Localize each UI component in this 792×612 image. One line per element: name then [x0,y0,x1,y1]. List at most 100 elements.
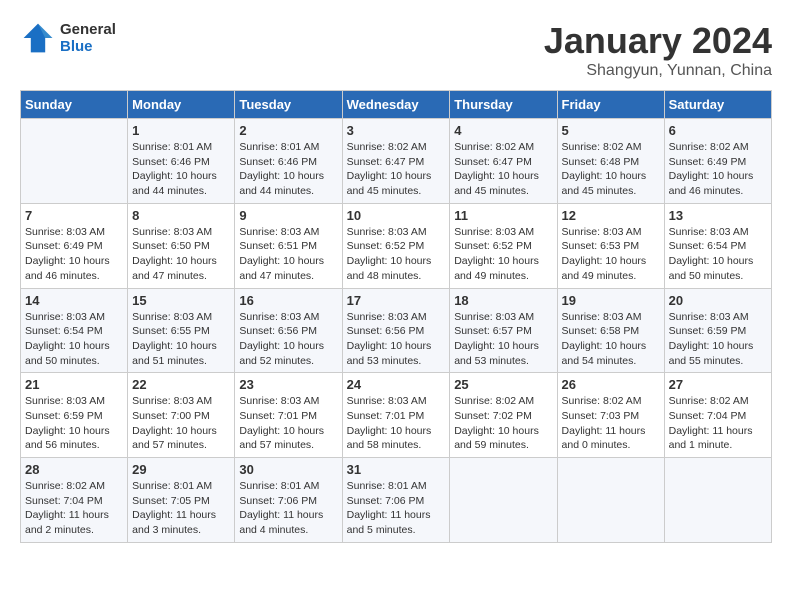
day-number: 5 [562,123,660,138]
week-row-4: 21 Sunrise: 8:03 AM Sunset: 6:59 PM Dayli… [21,373,772,458]
day-number: 28 [25,462,123,477]
week-row-5: 28Sunrise: 8:02 AM Sunset: 7:04 PM Dayli… [21,458,772,543]
calendar-table: SundayMondayTuesdayWednesdayThursdayFrid… [20,90,772,543]
day-info: Sunrise: 8:03 AM Sunset: 6:54 PM Dayligh… [25,310,123,369]
day-number: 7 [25,208,123,223]
weekday-header-friday: Friday [557,91,664,119]
calendar-cell: 24 Sunrise: 8:03 AM Sunset: 7:01 PM Dayli… [342,373,450,458]
weekday-header-saturday: Saturday [664,91,771,119]
calendar-title: January 2024 [544,20,772,62]
day-info: Sunrise: 8:03 AM Sunset: 6:49 PM Dayligh… [25,225,123,284]
day-number: 2 [239,123,337,138]
day-info: Sunrise: 8:03 AM Sunset: 6:57 PM Dayligh… [454,310,552,369]
day-info: Sunrise: 8:03 AM Sunset: 6:53 PM Dayligh… [562,225,660,284]
calendar-cell: 5Sunrise: 8:02 AM Sunset: 6:48 PM Daylig… [557,119,664,204]
day-info: Sunrise: 8:03 AM Sunset: 6:59 PM Dayligh… [25,394,123,453]
calendar-cell: 22 Sunrise: 8:03 AM Sunset: 7:00 PM Dayli… [128,373,235,458]
weekday-header-sunday: Sunday [21,91,128,119]
day-info: Sunrise: 8:03 AM Sunset: 6:51 PM Dayligh… [239,225,337,284]
day-info: Sunrise: 8:02 AM Sunset: 6:47 PM Dayligh… [454,140,552,199]
logo: General Blue [20,20,116,56]
day-info: Sunrise: 8:02 AM Sunset: 7:04 PM Dayligh… [669,394,767,453]
calendar-cell: 9 Sunrise: 8:03 AM Sunset: 6:51 PM Daylig… [235,203,342,288]
calendar-cell: 10 Sunrise: 8:03 AM Sunset: 6:52 PM Dayli… [342,203,450,288]
day-number: 14 [25,293,123,308]
calendar-cell: 26Sunrise: 8:02 AM Sunset: 7:03 PM Dayli… [557,373,664,458]
logo-text: General Blue [60,21,116,55]
calendar-cell: 18 Sunrise: 8:03 AM Sunset: 6:57 PM Dayli… [450,288,557,373]
day-number: 22 [132,377,230,392]
day-number: 1 [132,123,230,138]
calendar-cell: 23Sunrise: 8:03 AM Sunset: 7:01 PM Dayli… [235,373,342,458]
day-number: 19 [562,293,660,308]
day-number: 10 [347,208,446,223]
weekday-header-monday: Monday [128,91,235,119]
day-info: Sunrise: 8:03 AM Sunset: 6:52 PM Dayligh… [347,225,446,284]
week-row-1: 1Sunrise: 8:01 AM Sunset: 6:46 PM Daylig… [21,119,772,204]
calendar-cell [21,119,128,204]
day-number: 21 [25,377,123,392]
day-info: Sunrise: 8:03 AM Sunset: 6:54 PM Dayligh… [669,225,767,284]
calendar-cell: 3 Sunrise: 8:02 AM Sunset: 6:47 PM Daylig… [342,119,450,204]
day-info: Sunrise: 8:03 AM Sunset: 6:55 PM Dayligh… [132,310,230,369]
day-info: Sunrise: 8:02 AM Sunset: 6:49 PM Dayligh… [669,140,767,199]
day-number: 30 [239,462,337,477]
calendar-cell [557,458,664,543]
calendar-cell [664,458,771,543]
day-info: Sunrise: 8:03 AM Sunset: 6:50 PM Dayligh… [132,225,230,284]
day-number: 29 [132,462,230,477]
day-number: 11 [454,208,552,223]
calendar-cell: 27 Sunrise: 8:02 AM Sunset: 7:04 PM Dayli… [664,373,771,458]
weekday-header-wednesday: Wednesday [342,91,450,119]
calendar-subtitle: Shangyun, Yunnan, China [544,62,772,80]
calendar-cell: 12Sunrise: 8:03 AM Sunset: 6:53 PM Dayli… [557,203,664,288]
calendar-cell: 2Sunrise: 8:01 AM Sunset: 6:46 PM Daylig… [235,119,342,204]
day-info: Sunrise: 8:02 AM Sunset: 6:47 PM Dayligh… [347,140,446,199]
calendar-cell: 31Sunrise: 8:01 AM Sunset: 7:06 PM Dayli… [342,458,450,543]
day-info: Sunrise: 8:03 AM Sunset: 7:01 PM Dayligh… [239,394,337,453]
day-info: Sunrise: 8:03 AM Sunset: 6:59 PM Dayligh… [669,310,767,369]
week-row-2: 7 Sunrise: 8:03 AM Sunset: 6:49 PM Daylig… [21,203,772,288]
calendar-cell: 15 Sunrise: 8:03 AM Sunset: 6:55 PM Dayli… [128,288,235,373]
day-number: 4 [454,123,552,138]
calendar-cell: 6Sunrise: 8:02 AM Sunset: 6:49 PM Daylig… [664,119,771,204]
calendar-cell: 30 Sunrise: 8:01 AM Sunset: 7:06 PM Dayli… [235,458,342,543]
weekday-header-row: SundayMondayTuesdayWednesdayThursdayFrid… [21,91,772,119]
day-number: 9 [239,208,337,223]
day-info: Sunrise: 8:03 AM Sunset: 7:00 PM Dayligh… [132,394,230,453]
day-info: Sunrise: 8:02 AM Sunset: 7:02 PM Dayligh… [454,394,552,453]
day-info: Sunrise: 8:03 AM Sunset: 6:52 PM Dayligh… [454,225,552,284]
day-number: 13 [669,208,767,223]
day-number: 18 [454,293,552,308]
calendar-cell: 11 Sunrise: 8:03 AM Sunset: 6:52 PM Dayli… [450,203,557,288]
day-number: 27 [669,377,767,392]
day-number: 31 [347,462,446,477]
calendar-cell: 7 Sunrise: 8:03 AM Sunset: 6:49 PM Daylig… [21,203,128,288]
calendar-cell: 1Sunrise: 8:01 AM Sunset: 6:46 PM Daylig… [128,119,235,204]
day-number: 8 [132,208,230,223]
weekday-header-tuesday: Tuesday [235,91,342,119]
day-info: Sunrise: 8:03 AM Sunset: 6:56 PM Dayligh… [347,310,446,369]
calendar-cell: 29 Sunrise: 8:01 AM Sunset: 7:05 PM Dayli… [128,458,235,543]
day-info: Sunrise: 8:02 AM Sunset: 7:03 PM Dayligh… [562,394,660,453]
page-header: General Blue January 2024 Shangyun, Yunn… [20,20,772,80]
calendar-cell: 16Sunrise: 8:03 AM Sunset: 6:56 PM Dayli… [235,288,342,373]
day-number: 24 [347,377,446,392]
calendar-cell: 14 Sunrise: 8:03 AM Sunset: 6:54 PM Dayli… [21,288,128,373]
calendar-cell: 13 Sunrise: 8:03 AM Sunset: 6:54 PM Dayli… [664,203,771,288]
day-info: Sunrise: 8:01 AM Sunset: 7:05 PM Dayligh… [132,479,230,538]
weekday-header-thursday: Thursday [450,91,557,119]
week-row-3: 14 Sunrise: 8:03 AM Sunset: 6:54 PM Dayli… [21,288,772,373]
day-info: Sunrise: 8:01 AM Sunset: 7:06 PM Dayligh… [239,479,337,538]
day-info: Sunrise: 8:03 AM Sunset: 7:01 PM Dayligh… [347,394,446,453]
title-block: January 2024 Shangyun, Yunnan, China [544,20,772,80]
day-info: Sunrise: 8:03 AM Sunset: 6:56 PM Dayligh… [239,310,337,369]
calendar-cell: 21 Sunrise: 8:03 AM Sunset: 6:59 PM Dayli… [21,373,128,458]
day-info: Sunrise: 8:03 AM Sunset: 6:58 PM Dayligh… [562,310,660,369]
day-number: 3 [347,123,446,138]
day-number: 15 [132,293,230,308]
logo-icon [20,20,56,56]
calendar-cell: 8 Sunrise: 8:03 AM Sunset: 6:50 PM Daylig… [128,203,235,288]
calendar-cell: 25Sunrise: 8:02 AM Sunset: 7:02 PM Dayli… [450,373,557,458]
calendar-cell: 28Sunrise: 8:02 AM Sunset: 7:04 PM Dayli… [21,458,128,543]
